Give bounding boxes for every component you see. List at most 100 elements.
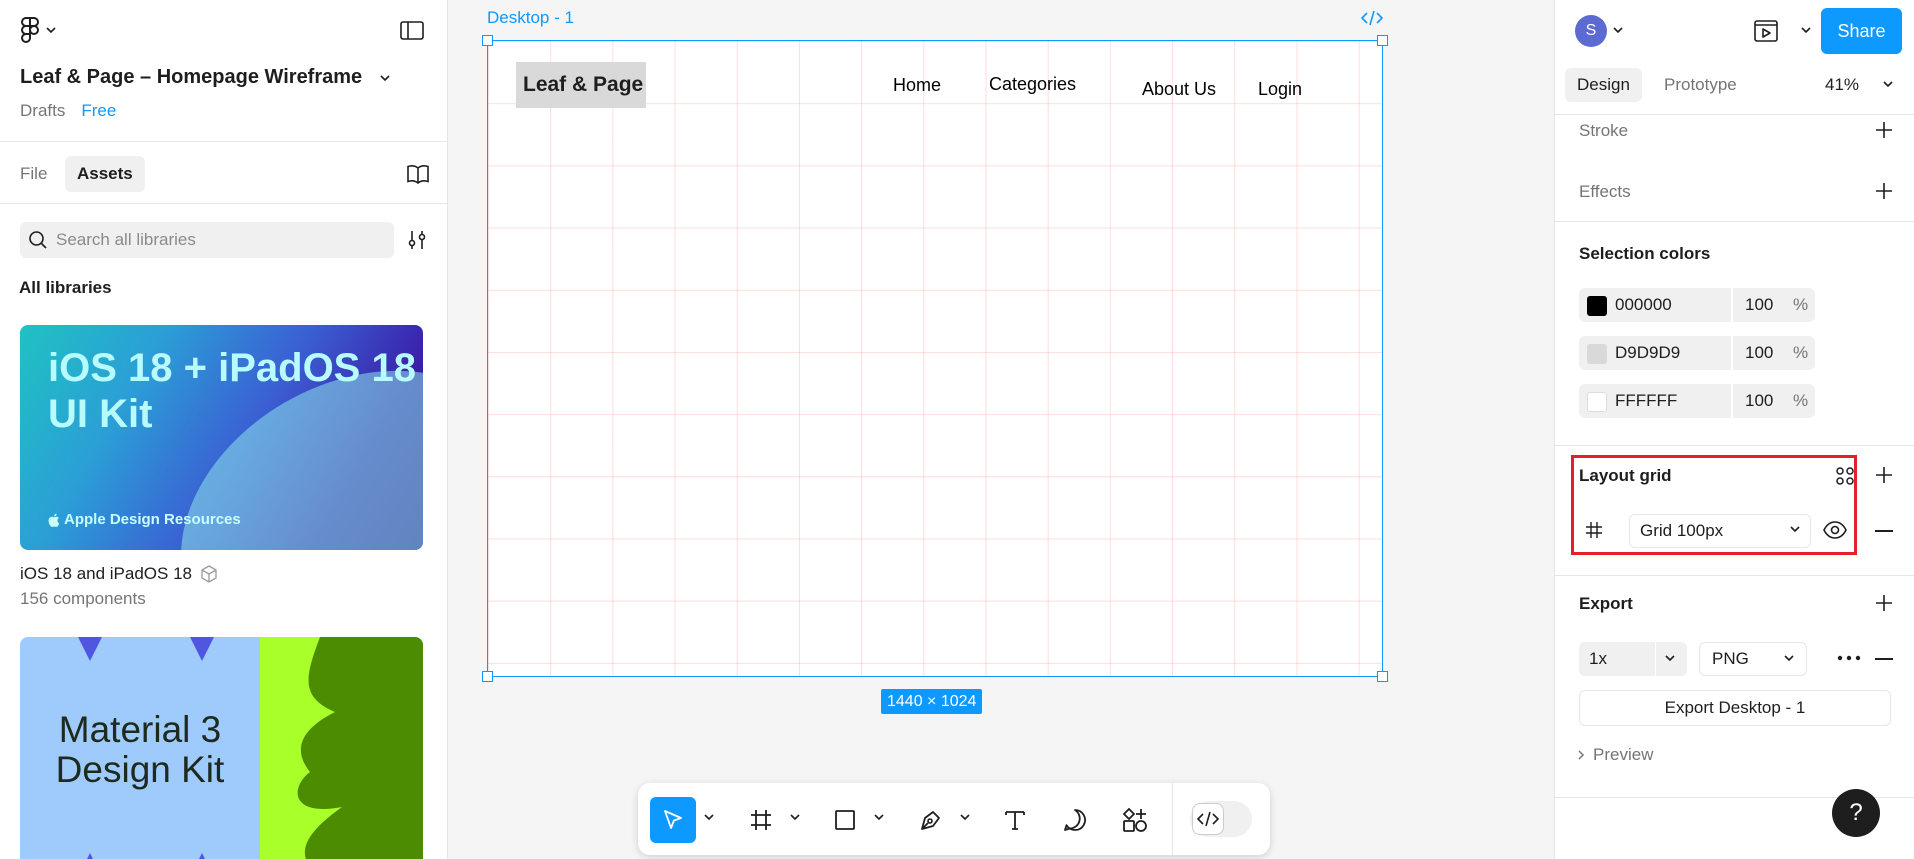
export-format-select[interactable]: PNG (1699, 642, 1807, 676)
filter-icon[interactable] (407, 230, 427, 250)
dev-mode-toggle[interactable] (1190, 801, 1252, 837)
move-icon (664, 810, 682, 829)
chevron-down-icon[interactable] (1613, 26, 1623, 34)
dev-mode-icon (1197, 811, 1219, 827)
actions-tool-button[interactable] (1112, 797, 1158, 843)
chevron-right-icon (1578, 750, 1585, 760)
color-hex-field[interactable]: 000000 (1579, 288, 1731, 322)
pen-tool-button[interactable] (908, 797, 954, 843)
resize-handle[interactable] (1377, 35, 1388, 46)
more-options-icon[interactable] (1837, 655, 1861, 661)
remove-export-icon[interactable] (1875, 658, 1893, 660)
chevron-down-icon (1665, 655, 1675, 662)
library-book-icon[interactable] (406, 164, 430, 184)
add-effect-icon[interactable] (1875, 182, 1893, 200)
tab-file[interactable]: File (8, 156, 59, 192)
drafts-link[interactable]: Drafts (20, 101, 65, 121)
add-export-icon[interactable] (1875, 594, 1893, 612)
export-format-value: PNG (1712, 649, 1749, 668)
present-icon[interactable] (1753, 18, 1779, 44)
library-search-input[interactable] (56, 230, 376, 250)
chevron-down-icon[interactable] (960, 813, 970, 821)
chevron-down-icon[interactable] (1883, 80, 1893, 88)
color-swatch[interactable] (1587, 392, 1607, 412)
effects-section: Effects (1555, 115, 1914, 222)
text-tool-button[interactable] (992, 797, 1038, 843)
tab-assets[interactable]: Assets (65, 156, 145, 192)
library-card-subtitle: Apple Design Resources (64, 511, 241, 528)
pen-icon (921, 811, 940, 830)
selection-color-row[interactable]: D9D9D9 100 % (1579, 336, 1815, 370)
tab-prototype[interactable]: Prototype (1652, 68, 1749, 102)
color-hex-field[interactable]: D9D9D9 (1579, 336, 1731, 370)
color-opacity-field[interactable]: 100 % (1733, 336, 1815, 370)
effects-title: Effects (1579, 182, 1631, 201)
main-menu-button[interactable] (20, 16, 56, 44)
wireframe-logo[interactable]: Leaf & Page (516, 62, 646, 108)
chevron-down-icon[interactable] (790, 813, 800, 821)
frame-label[interactable]: Desktop - 1 (487, 8, 574, 28)
tab-design[interactable]: Design (1565, 68, 1642, 102)
selection-color-row[interactable]: 000000 100 % (1579, 288, 1815, 322)
color-hex-field[interactable]: FFFFFF (1579, 384, 1731, 418)
chevron-down-icon[interactable] (874, 813, 884, 821)
help-button[interactable]: ? (1832, 789, 1880, 837)
layout-grid-select[interactable]: Grid 100px (1629, 514, 1811, 548)
library-name[interactable]: iOS 18 and iPadOS 18 (20, 564, 218, 584)
move-tool-button[interactable] (650, 797, 696, 843)
library-component-count: 156 components (20, 589, 146, 608)
wireframe-nav-home[interactable]: Home (893, 75, 941, 96)
library-card-title: iOS 18 + iPadOS 18 UI Kit (48, 346, 416, 436)
percent-sign: % (1793, 343, 1809, 362)
resize-handle[interactable] (482, 671, 493, 682)
code-icon[interactable] (1361, 10, 1383, 26)
library-search (20, 222, 394, 258)
layout-grid-value: Grid 100px (1640, 521, 1724, 540)
library-card-material[interactable]: Material 3 Design Kit (20, 637, 423, 859)
resize-handle[interactable] (482, 35, 493, 46)
add-layout-grid-icon[interactable] (1875, 466, 1893, 484)
resize-handle[interactable] (1377, 671, 1388, 682)
color-opacity-field[interactable]: 100 % (1733, 384, 1815, 418)
library-card-ios[interactable]: iOS 18 + iPadOS 18 UI Kit Apple Design R… (20, 325, 423, 550)
selection-colors-title: Selection colors (1579, 244, 1711, 263)
desktop-frame[interactable]: Leaf & Page Home Categories About Us Log… (482, 35, 1388, 682)
share-button[interactable]: Share (1821, 8, 1902, 54)
plan-badge[interactable]: Free (81, 101, 116, 121)
selection-colors-section: Selection colors 000000 100 % D9D9D9 100… (1555, 222, 1914, 446)
color-hex: 000000 (1615, 295, 1672, 314)
export-button[interactable]: Export Desktop - 1 (1579, 690, 1891, 726)
chevron-down-icon[interactable] (704, 813, 714, 821)
comment-tool-button[interactable] (1052, 797, 1098, 843)
right-panel-header: S Share Design Prototype 41% (1555, 0, 1914, 115)
color-swatch[interactable] (1587, 344, 1607, 364)
shape-tool-button[interactable] (822, 797, 868, 843)
chevron-down-icon (1790, 526, 1800, 533)
export-preview-toggle[interactable]: Preview (1577, 745, 1653, 765)
wireframe-nav-about[interactable]: About Us (1142, 79, 1216, 100)
chevron-down-icon (380, 74, 390, 81)
file-name-button[interactable]: Leaf & Page – Homepage Wireframe (20, 66, 390, 89)
divider (1655, 642, 1656, 676)
percent-sign: % (1793, 391, 1809, 410)
apple-design-resources: Apple Design Resources (48, 511, 241, 528)
selection-color-row[interactable]: FFFFFF 100 % (1579, 384, 1815, 418)
zoom-level[interactable]: 41% (1825, 75, 1859, 95)
color-swatch[interactable] (1587, 296, 1607, 316)
chevron-down-icon (46, 27, 56, 34)
color-opacity-field[interactable]: 100 % (1733, 288, 1815, 322)
avatar[interactable]: S (1575, 15, 1607, 47)
right-panel: S Share Design Prototype 41% Stroke Effe… (1554, 0, 1914, 859)
export-scale-select[interactable]: 1x (1579, 642, 1687, 676)
frame-tool-button[interactable] (738, 797, 784, 843)
left-panel: Leaf & Page – Homepage Wireframe Drafts … (0, 0, 448, 859)
wireframe-nav-categories[interactable]: Categories (989, 74, 1076, 95)
text-icon (1005, 811, 1025, 830)
file-location: Drafts Free (20, 101, 116, 121)
toolbar-divider (1172, 783, 1173, 855)
wireframe-nav-login[interactable]: Login (1258, 79, 1302, 100)
search-icon (29, 231, 47, 249)
chevron-down-icon[interactable] (1801, 26, 1811, 34)
remove-layout-grid-icon[interactable] (1875, 530, 1893, 532)
sidebar-toggle-icon[interactable] (400, 20, 424, 42)
